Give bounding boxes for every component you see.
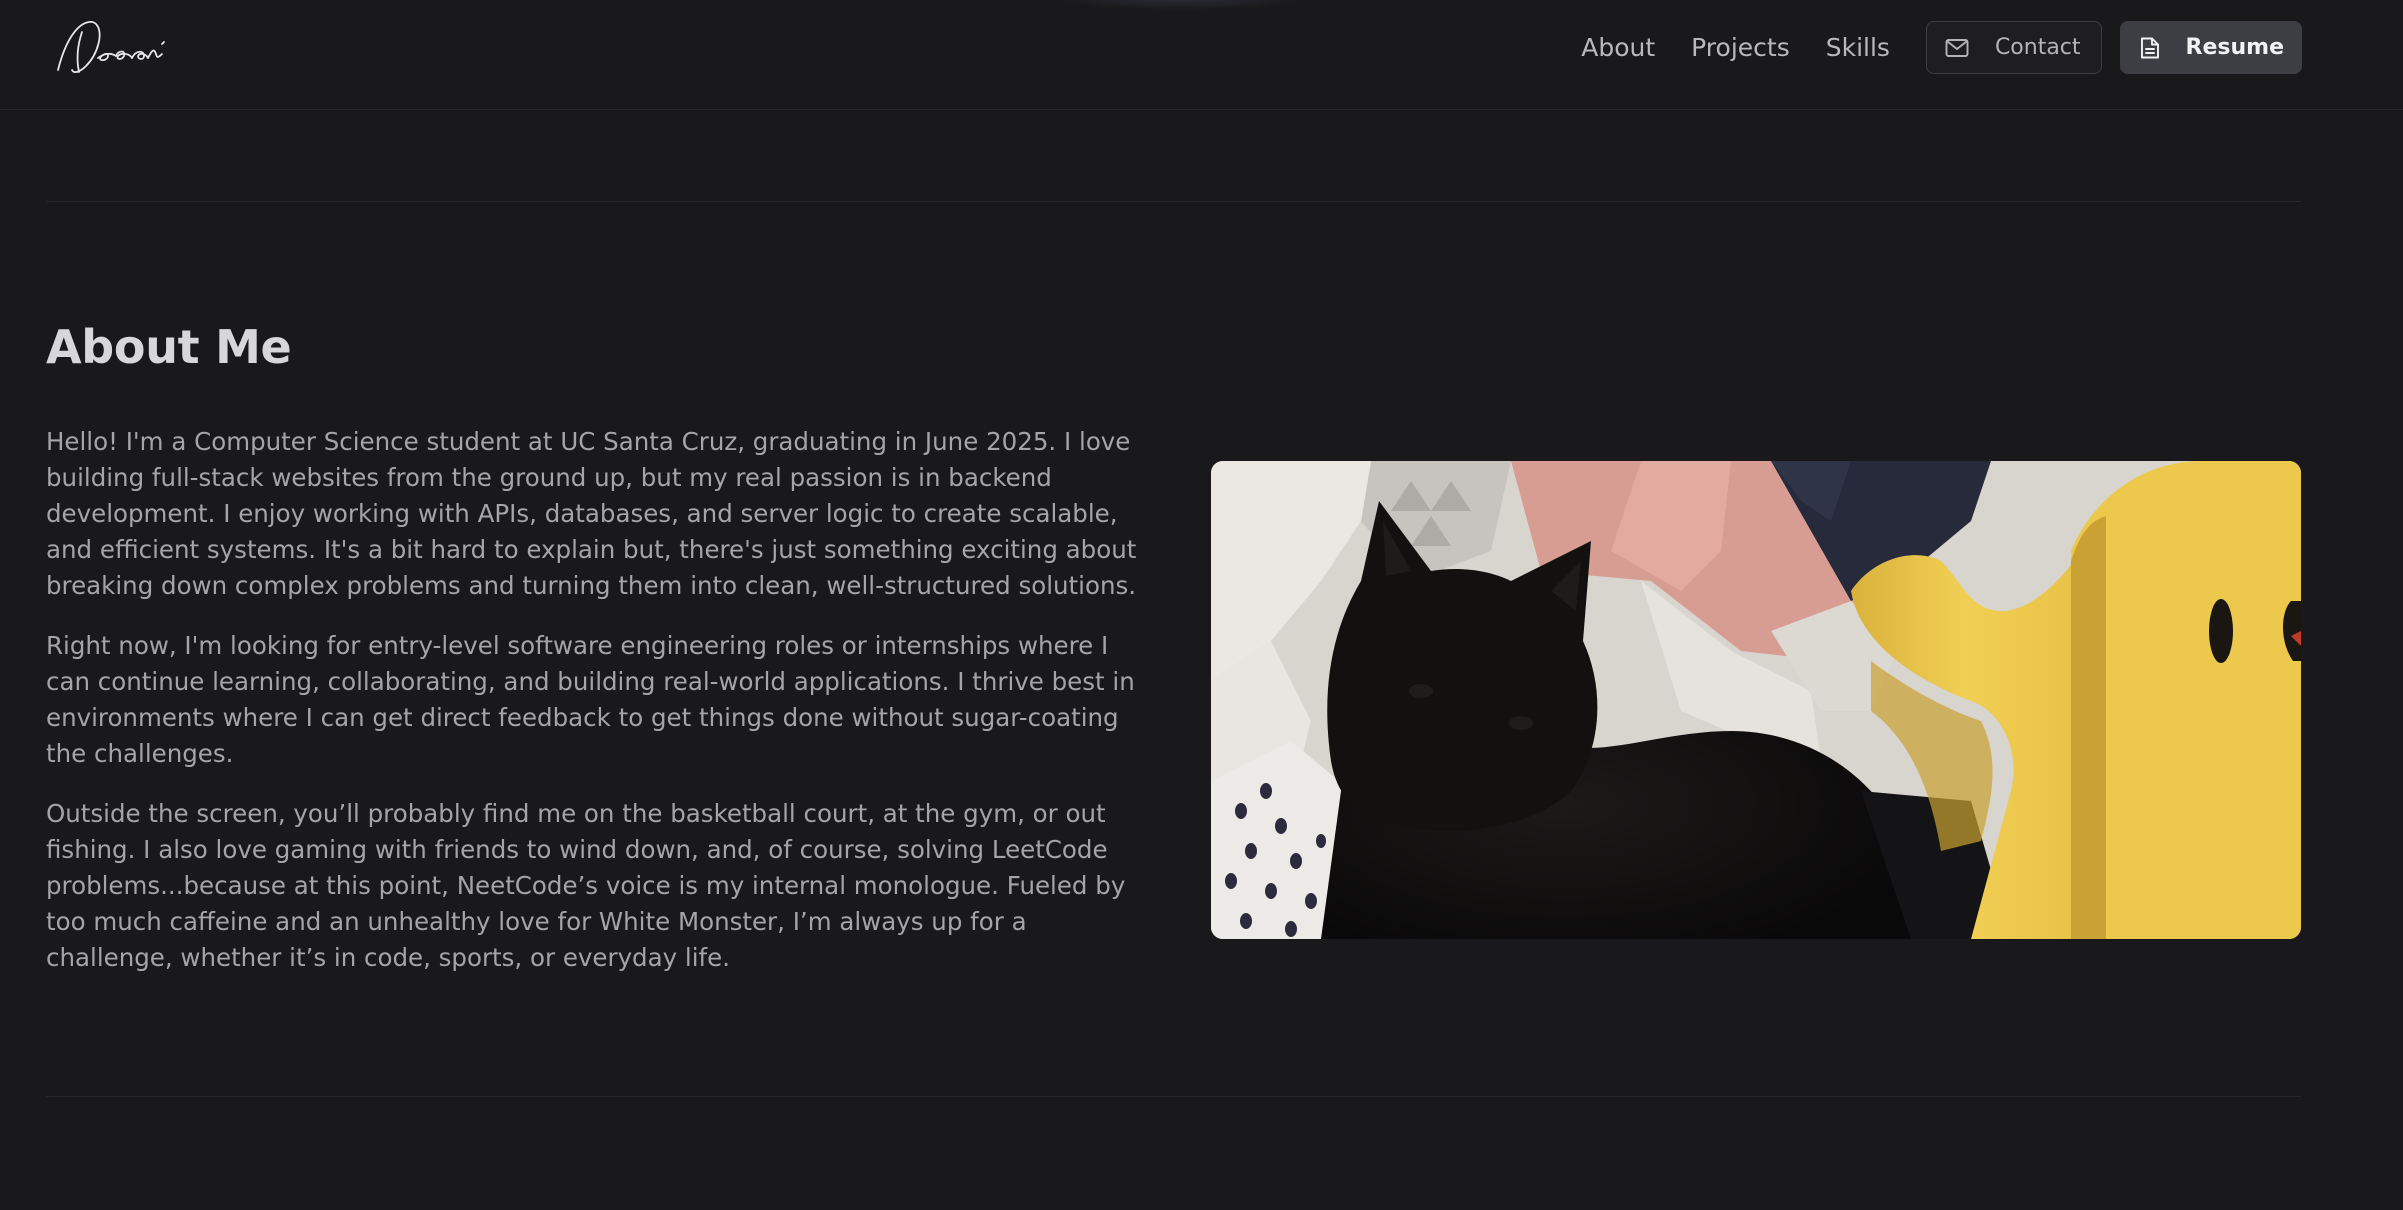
about-paragraph-hobbies: Outside the screen, you’ll probably find… bbox=[46, 799, 1126, 972]
about-title: About Me bbox=[46, 320, 292, 374]
contact-button-label: Contact bbox=[1994, 35, 2081, 60]
resume-button-label: Resume bbox=[2185, 35, 2284, 60]
about-photo bbox=[1211, 461, 2301, 939]
nav-about-link[interactable]: About bbox=[1581, 33, 1655, 62]
header-glow bbox=[1050, 0, 1310, 10]
cat-photo-illustration bbox=[1211, 461, 2301, 939]
signature-logo[interactable] bbox=[52, 14, 182, 82]
nav-skills-link[interactable]: Skills bbox=[1826, 33, 1890, 62]
about-paragraph-goals: Right now, I'm looking for entry-level s… bbox=[46, 631, 1135, 768]
document-icon bbox=[2138, 36, 2162, 60]
contact-button[interactable]: Contact bbox=[1925, 21, 2102, 74]
mail-icon bbox=[1945, 36, 1969, 60]
site-header: About Projects Skills Contact Resume bbox=[0, 0, 2403, 110]
section-divider-bottom bbox=[46, 1096, 2301, 1097]
main-nav: About Projects Skills Contact Resume bbox=[1581, 21, 2302, 74]
resume-button[interactable]: Resume bbox=[2119, 21, 2302, 74]
about-text: Hello! I'm a Computer Science student at… bbox=[46, 424, 1146, 1000]
about-paragraph-intro: Hello! I'm a Computer Science student at… bbox=[46, 427, 1137, 600]
nav-projects-link[interactable]: Projects bbox=[1691, 33, 1790, 62]
section-divider-top bbox=[46, 201, 2301, 202]
